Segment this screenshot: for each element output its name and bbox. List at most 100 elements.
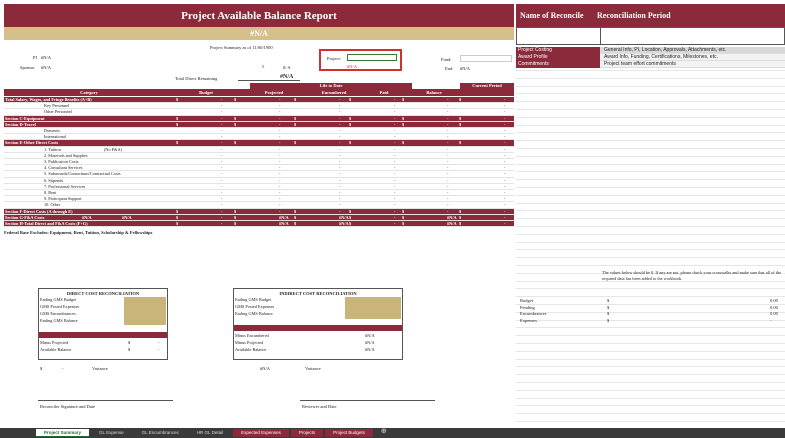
cell-value[interactable]: - <box>221 134 222 140</box>
cell-value[interactable]: - <box>394 140 395 146</box>
cell-value[interactable]: - <box>339 196 340 202</box>
cell-value[interactable]: - <box>447 165 448 171</box>
cell-value[interactable]: - <box>447 196 448 202</box>
cell-value[interactable]: #N/A <box>339 221 349 227</box>
cell-value[interactable]: - <box>504 215 505 221</box>
cell-value[interactable]: - <box>447 122 448 128</box>
cell-value[interactable]: #N/A <box>279 221 289 227</box>
cell-value[interactable]: - <box>279 109 280 115</box>
cell-value[interactable]: - <box>394 209 395 215</box>
cell-value[interactable]: - <box>447 97 448 103</box>
cell-value[interactable]: - <box>447 116 448 122</box>
cell-value[interactable]: - <box>394 128 395 134</box>
cell-value[interactable]: - <box>221 140 222 146</box>
cell-value[interactable]: - <box>279 165 280 171</box>
add-sheet-icon[interactable]: ⊕ <box>375 428 393 437</box>
cell-value[interactable]: - <box>394 178 395 184</box>
cell-value[interactable]: - <box>394 116 395 122</box>
cell-value[interactable]: - <box>504 221 505 227</box>
cell-value[interactable]: - <box>447 184 448 190</box>
cell-value[interactable]: - <box>279 103 280 109</box>
cell-value[interactable]: - <box>447 202 448 208</box>
cell-value[interactable]: - <box>394 215 395 221</box>
fund-input[interactable] <box>460 55 512 62</box>
cell-value[interactable]: - <box>504 128 505 134</box>
cell-value[interactable]: - <box>447 128 448 134</box>
cell-value[interactable]: - <box>394 122 395 128</box>
cell-value[interactable]: - <box>504 196 505 202</box>
cell-value[interactable]: - <box>394 171 395 177</box>
cell-value[interactable]: - <box>279 209 280 215</box>
cell-value[interactable]: - <box>339 153 340 159</box>
cell-value[interactable]: - <box>504 202 505 208</box>
cell-value[interactable]: - <box>279 184 280 190</box>
cell-value[interactable]: - <box>339 140 340 146</box>
cell-value[interactable]: - <box>447 147 448 153</box>
cell-value[interactable]: - <box>447 109 448 115</box>
cell-value[interactable]: - <box>339 190 340 196</box>
cell-value[interactable]: - <box>221 109 222 115</box>
cell-value[interactable]: - <box>279 202 280 208</box>
cell-value[interactable]: - <box>221 196 222 202</box>
cell-value[interactable]: - <box>279 190 280 196</box>
cell-value[interactable]: - <box>339 147 340 153</box>
cell-value[interactable]: - <box>504 159 505 165</box>
cell-value[interactable]: - <box>394 165 395 171</box>
cell-value[interactable]: - <box>221 116 222 122</box>
cell-value[interactable]: - <box>447 178 448 184</box>
tab-gl-encumbrances[interactable]: GL Encumbrances <box>134 429 187 437</box>
cell-value[interactable]: - <box>394 184 395 190</box>
cell-value[interactable]: - <box>279 97 280 103</box>
tab-hr-gl-detail[interactable]: HR GL Detail <box>189 429 231 437</box>
cell-value[interactable]: - <box>504 116 505 122</box>
cell-value[interactable]: #N/A <box>339 215 349 221</box>
cell-value[interactable]: - <box>279 147 280 153</box>
cell-value[interactable]: #N/A <box>447 215 457 221</box>
cell-value[interactable]: - <box>504 165 505 171</box>
cell-value[interactable]: - <box>221 221 222 227</box>
cell-value[interactable]: - <box>279 159 280 165</box>
cell-value[interactable]: - <box>279 196 280 202</box>
cell-value[interactable]: - <box>279 134 280 140</box>
cell-value[interactable]: - <box>279 140 280 146</box>
cell-value[interactable]: - <box>504 171 505 177</box>
cell-value[interactable]: - <box>394 196 395 202</box>
cell-value[interactable]: - <box>394 190 395 196</box>
project-input[interactable] <box>347 54 397 61</box>
cell-value[interactable]: - <box>394 153 395 159</box>
reconcile-input-row[interactable] <box>516 27 785 45</box>
cell-value[interactable]: - <box>221 159 222 165</box>
cell-value[interactable]: - <box>221 103 222 109</box>
cell-value[interactable]: - <box>447 153 448 159</box>
cell-value[interactable]: - <box>279 116 280 122</box>
cell-value[interactable]: - <box>504 178 505 184</box>
cell-value[interactable]: - <box>339 122 340 128</box>
cell-value[interactable]: - <box>394 202 395 208</box>
cell-value[interactable]: - <box>447 209 448 215</box>
tab-gl-expense[interactable]: GL Expense <box>91 429 132 437</box>
tab-project-budgets[interactable]: Project Budgets <box>325 429 373 437</box>
cell-value[interactable]: - <box>339 178 340 184</box>
cell-value[interactable]: - <box>447 159 448 165</box>
cell-value[interactable]: - <box>339 184 340 190</box>
cell-value[interactable]: - <box>339 116 340 122</box>
cell-value[interactable]: #N/A <box>447 221 457 227</box>
cell-value[interactable]: - <box>394 97 395 103</box>
cell-value[interactable]: - <box>221 190 222 196</box>
cell-value[interactable]: - <box>447 134 448 140</box>
cell-value[interactable]: - <box>504 209 505 215</box>
cell-value[interactable]: - <box>504 140 505 146</box>
cell-value[interactable]: - <box>339 134 340 140</box>
cell-value[interactable]: - <box>504 97 505 103</box>
cell-value[interactable]: - <box>394 147 395 153</box>
cell-value[interactable]: - <box>447 190 448 196</box>
cell-value[interactable]: - <box>394 134 395 140</box>
cell-value[interactable]: - <box>339 209 340 215</box>
cell-value[interactable]: - <box>504 184 505 190</box>
cell-value[interactable]: - <box>394 103 395 109</box>
cell-value[interactable]: - <box>279 122 280 128</box>
cell-value[interactable]: - <box>447 140 448 146</box>
cell-value[interactable]: - <box>221 184 222 190</box>
cell-value[interactable]: - <box>504 122 505 128</box>
cell-value[interactable]: - <box>221 209 222 215</box>
